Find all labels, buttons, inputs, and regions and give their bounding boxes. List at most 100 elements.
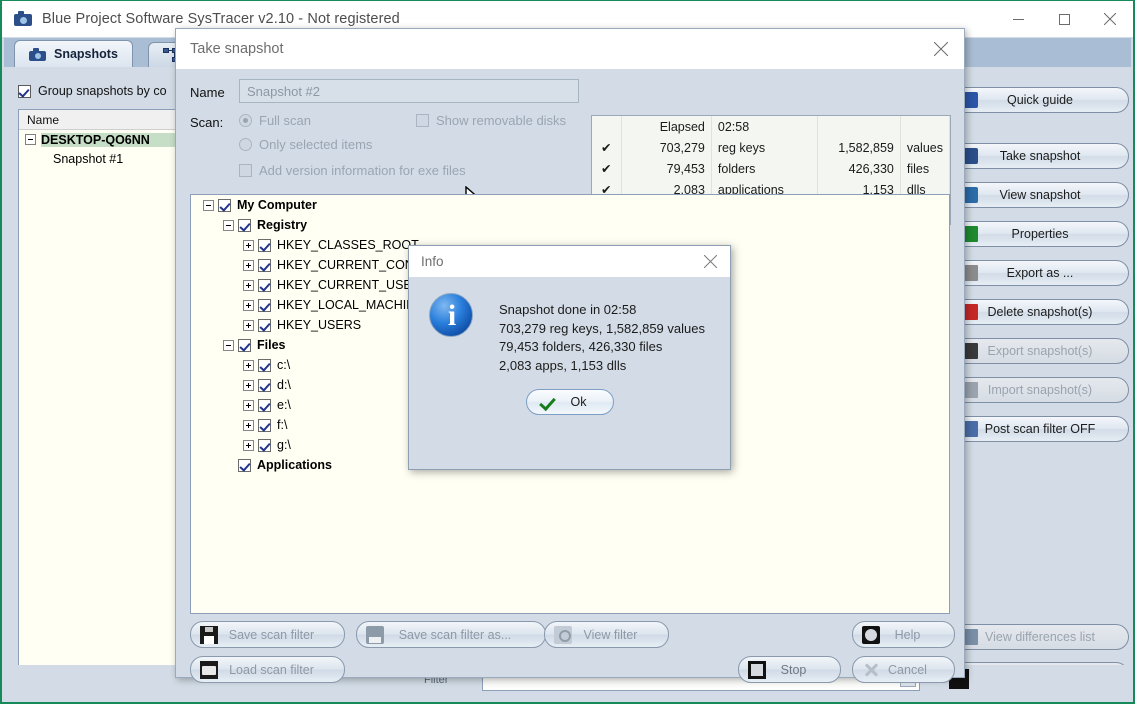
radio-label: Only selected items (259, 137, 373, 152)
button-label: Save scan filter as... (398, 627, 512, 642)
spacer-icon (223, 460, 234, 471)
close-x-icon (862, 661, 880, 679)
add-version-info-checkbox: Add version information for exe files (239, 163, 466, 178)
list-item-label: Snapshot #1 (53, 151, 124, 166)
statistics-table: Elapsed 02:58 ✔ 703,279 reg keys 1,582,8… (592, 116, 951, 200)
close-icon[interactable] (1087, 1, 1133, 37)
expand-icon[interactable] (243, 399, 254, 411)
table-row: ✔ 79,453 folders 426,330 files (592, 158, 951, 179)
button-label: Post scan filter OFF (984, 422, 1096, 436)
properties-button[interactable]: Properties (951, 221, 1129, 247)
table-row: ✔ 703,279 reg keys 1,582,859 values (592, 137, 951, 158)
cancel-button[interactable]: Cancel (852, 656, 955, 683)
stat-number: 1,582,859 (817, 137, 901, 158)
expand-icon[interactable] (243, 259, 254, 271)
tree-checkbox[interactable] (258, 298, 271, 312)
stop-icon (748, 660, 766, 679)
stat-number: 79,453 (621, 158, 712, 179)
stat-number: 703,279 (621, 137, 712, 158)
elapsed-label: Elapsed (621, 116, 712, 137)
button-label: Take snapshot (999, 149, 1081, 163)
button-label: Load scan filter (229, 662, 314, 677)
snapshot-name-input[interactable]: Snapshot #2 (239, 79, 579, 103)
expand-icon[interactable] (243, 239, 254, 251)
view-filter-button[interactable]: View filter (544, 621, 669, 648)
tree-checkbox[interactable] (238, 338, 251, 352)
collapse-icon[interactable] (223, 219, 234, 231)
info-line-2: 703,279 reg keys, 1,582,859 values (499, 320, 705, 336)
save-scan-filter-as-button[interactable]: Save scan filter as... (356, 621, 546, 648)
tree-checkbox[interactable] (258, 398, 271, 412)
empty-cell (900, 116, 951, 137)
expand-icon[interactable] (243, 419, 254, 431)
tree-checkbox[interactable] (258, 278, 271, 292)
folder-icon (200, 660, 218, 679)
tree-node-label: g:\ (277, 438, 291, 452)
group-snapshots-checkbox[interactable]: Group snapshots by co (18, 84, 167, 98)
tree-node-label: f:\ (277, 418, 288, 432)
maximize-icon[interactable] (1041, 1, 1087, 37)
expand-icon[interactable] (243, 439, 254, 451)
dialog-title-bar: Take snapshot (176, 29, 964, 69)
quick-guide-button[interactable]: Quick guide (951, 87, 1129, 113)
expand-icon[interactable] (243, 279, 254, 291)
tab-snapshots[interactable]: Snapshots (14, 40, 133, 67)
expand-icon[interactable] (243, 319, 254, 331)
dialog-title: Take snapshot (190, 41, 284, 57)
delete-snapshots-button[interactable]: Delete snapshot(s) (951, 299, 1129, 325)
tree-checkbox[interactable] (258, 418, 271, 432)
checkbox-label: Add version information for exe files (259, 163, 466, 178)
tree-node-label: Registry (257, 218, 308, 232)
info-line-4: 2,083 apps, 1,153 dlls (499, 357, 627, 373)
button-label: View differences list (984, 630, 1095, 644)
tree-checkbox[interactable] (258, 318, 271, 332)
expand-icon[interactable] (243, 359, 254, 371)
tree-node-label: HKEY_CURRENT_USER (277, 278, 421, 292)
radio-button (239, 138, 252, 151)
button-label: Cancel (888, 662, 927, 677)
close-icon[interactable] (690, 246, 730, 277)
help-icon (862, 625, 880, 644)
tree-node-label: HKEY_CLASSES_ROOT (277, 238, 419, 252)
window-title: Blue Project Software SysTracer v2.10 - … (42, 11, 400, 27)
tree-node-label: My Computer (237, 198, 317, 212)
ok-button[interactable]: Ok (526, 389, 614, 415)
minimize-icon[interactable] (995, 1, 1041, 37)
tree-checkbox[interactable] (258, 438, 271, 452)
info-line-3: 79,453 folders, 426,330 files (499, 339, 663, 354)
post-scan-filter-button[interactable]: Post scan filter OFF (951, 416, 1129, 442)
save-scan-filter-button[interactable]: Save scan filter (190, 621, 345, 648)
info-icon (429, 293, 474, 338)
tree-checkbox[interactable] (238, 458, 251, 472)
view-snapshot-button[interactable]: View snapshot (951, 182, 1129, 208)
tree-checkbox[interactable] (218, 198, 231, 212)
button-label: Export as ... (1006, 266, 1074, 280)
expand-icon[interactable] (243, 299, 254, 311)
stat-label: folders (711, 158, 818, 179)
close-icon[interactable] (918, 29, 964, 69)
tree-checkbox[interactable] (258, 378, 271, 392)
tree-checkbox[interactable] (258, 258, 271, 272)
checkbox-box (18, 84, 31, 98)
tree-node-label: d:\ (277, 378, 291, 392)
export-as-button[interactable]: Export as ... (951, 260, 1129, 286)
snapshot-form: Name Snapshot #2 Scan: Full scan Only se… (176, 71, 964, 225)
collapse-icon[interactable] (223, 339, 234, 351)
collapse-icon[interactable] (203, 199, 214, 211)
take-snapshot-button[interactable]: Take snapshot (951, 143, 1129, 169)
stat-label: files (900, 158, 951, 179)
expand-icon[interactable] (243, 379, 254, 391)
stat-label: values (900, 137, 951, 158)
stop-button[interactable]: Stop (738, 656, 841, 683)
tree-checkbox[interactable] (258, 238, 271, 252)
tree-node[interactable]: My Computer (191, 195, 949, 215)
tree-checkbox[interactable] (258, 358, 271, 372)
load-scan-filter-button[interactable]: Load scan filter (190, 656, 345, 683)
collapse-icon[interactable] (25, 134, 36, 145)
action-sidebar: Quick guide Take snapshot View snapshot … (944, 67, 1131, 701)
tree-node[interactable]: Registry (191, 215, 949, 235)
help-button[interactable]: Help (852, 621, 955, 648)
check-cell (592, 116, 622, 137)
tree-checkbox[interactable] (238, 218, 251, 232)
button-label: Properties (1011, 227, 1069, 241)
